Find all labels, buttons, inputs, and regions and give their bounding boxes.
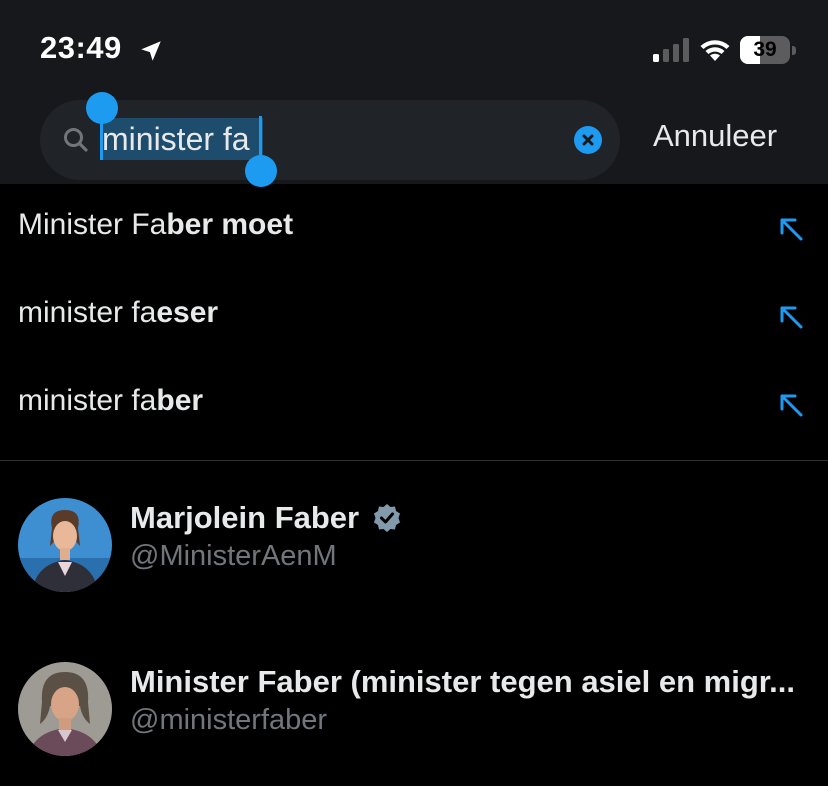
user-result[interactable]: Marjolein Faber @MinisterAenM (0, 480, 828, 610)
selection-end-handle[interactable] (245, 155, 277, 187)
suggestion-text: Minister Faber moet (18, 208, 294, 241)
suggestion-text: minister faeser (18, 296, 219, 329)
avatar (18, 498, 112, 592)
user-result[interactable]: Minister Faber (minister tegen asiel en … (0, 644, 828, 774)
clear-search-button[interactable] (574, 126, 602, 154)
battery-icon: 39 (740, 36, 796, 64)
wifi-icon (700, 40, 730, 61)
selection-start-handle[interactable] (86, 92, 118, 124)
fill-query-arrow-icon[interactable] (776, 390, 806, 420)
user-name: Marjolein Faber (130, 500, 360, 535)
battery-level: 39 (753, 38, 777, 61)
suggestion-text: minister faber (18, 384, 204, 417)
suggestion-item[interactable]: Minister Faber moet (0, 184, 828, 272)
search-query[interactable]: minister fa (100, 118, 252, 160)
cellular-signal-icon (653, 38, 689, 62)
location-arrow-icon (141, 41, 161, 61)
user-name: Minister Faber (minister tegen asiel en … (130, 664, 795, 699)
user-handle: @ministerfaber (130, 704, 328, 736)
verified-badge-icon (374, 504, 400, 532)
selection-end-caret[interactable] (259, 116, 262, 160)
fill-query-arrow-icon[interactable] (776, 214, 806, 244)
suggestion-item[interactable]: minister faeser (0, 272, 828, 360)
close-icon (582, 134, 594, 146)
user-handle: @MinisterAenM (130, 540, 337, 572)
divider (0, 460, 828, 461)
status-time: 23:49 (40, 30, 122, 65)
avatar (18, 662, 112, 756)
cancel-button[interactable]: Annuleer (653, 118, 777, 154)
search-icon (64, 128, 88, 152)
suggestion-item[interactable]: minister faber (0, 360, 828, 448)
fill-query-arrow-icon[interactable] (776, 302, 806, 332)
